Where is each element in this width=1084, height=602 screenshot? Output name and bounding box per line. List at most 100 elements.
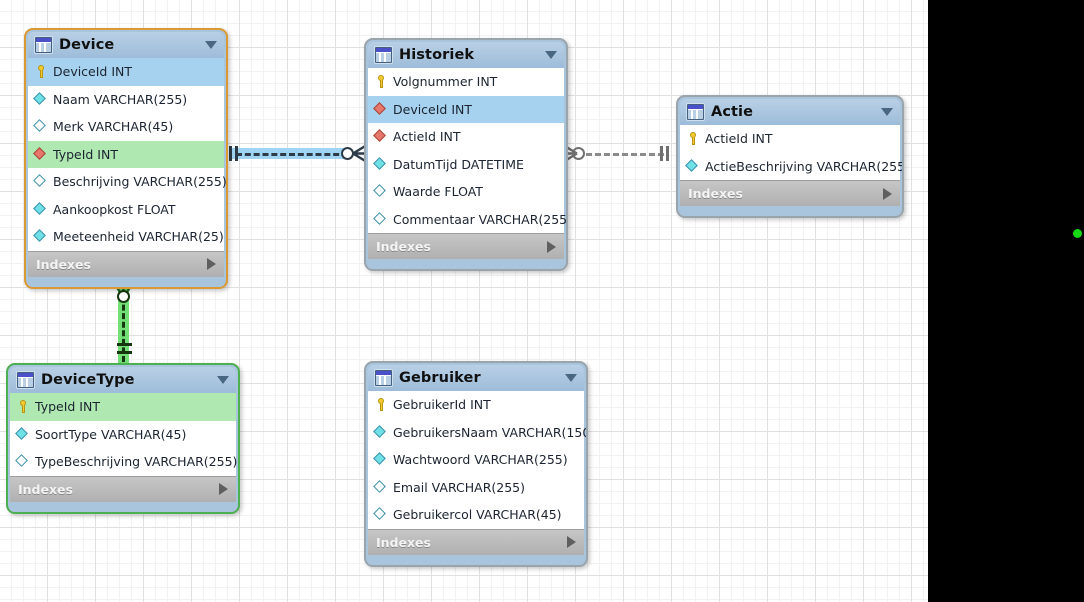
column-row[interactable]: Gebruikercol VARCHAR(45) (368, 501, 584, 529)
column-label: ActieId INT (705, 131, 773, 147)
table-footer (680, 206, 900, 216)
table-title: Historiek (399, 47, 475, 63)
diamond-fk-icon (373, 129, 387, 143)
column-row[interactable]: GebruikerId INT (368, 391, 584, 419)
column-label: Volgnummer INT (393, 74, 498, 90)
indexes-section-actie[interactable]: Indexes (680, 180, 900, 206)
diamond-hollow-icon (373, 479, 387, 494)
table-columns-gebruiker: GebruikerId INT GebruikersNaam VARCHAR(1… (368, 391, 586, 529)
table-header-actie[interactable]: Actie (680, 99, 900, 125)
chevron-down-icon[interactable] (545, 51, 557, 59)
indexes-section-device[interactable]: Indexes (28, 250, 224, 277)
column-row[interactable]: DeviceId INT (368, 95, 564, 123)
column-label: Naam VARCHAR(255) (53, 91, 188, 107)
chevron-right-icon[interactable] (567, 536, 576, 548)
column-row[interactable]: SoortType VARCHAR(45) (10, 421, 236, 449)
column-row[interactable]: ActieId INT (680, 125, 900, 153)
indexes-label: Indexes (36, 256, 91, 272)
column-row[interactable]: ActieId INT (368, 123, 564, 151)
table-node-actie[interactable]: Actie ActieId INT ActieBeschrijving VARC… (676, 95, 904, 218)
column-row[interactable]: Volgnummer INT (368, 68, 564, 96)
cursor-indicator-dot (1073, 229, 1082, 238)
diamond-fk-icon (33, 146, 47, 161)
cardinality-one-bar (117, 351, 132, 354)
table-header-historiek[interactable]: Historiek (368, 42, 564, 68)
cardinality-one-bar (117, 343, 132, 346)
diamond-filled-icon (373, 452, 387, 466)
column-row[interactable]: ActieBeschrijving VARCHAR(255) (680, 153, 902, 181)
chevron-right-icon[interactable] (883, 187, 892, 200)
table-header-device[interactable]: Device (28, 32, 224, 58)
column-row[interactable]: TypeBeschrijving VARCHAR(255) (10, 448, 238, 476)
indexes-section-devicetype[interactable]: Indexes (10, 475, 236, 502)
column-row[interactable]: Waarde FLOAT (368, 178, 564, 206)
chevron-down-icon[interactable] (217, 376, 229, 384)
chevron-right-icon[interactable] (547, 240, 556, 253)
column-label: TypeId INT (35, 399, 100, 415)
column-label: Gebruikercol VARCHAR(45) (393, 507, 562, 523)
diamond-filled-icon (15, 426, 29, 441)
table-columns-actie: ActieId INT ActieBeschrijving VARCHAR(25… (680, 125, 902, 181)
column-row[interactable]: Aankoopkost FLOAT (28, 196, 224, 224)
table-node-devicetype[interactable]: DeviceType TypeId INT SoortType VARCHAR(… (6, 363, 240, 514)
column-label: TypeId INT (53, 146, 118, 162)
table-title: DeviceType (41, 372, 135, 388)
chevron-down-icon[interactable] (565, 374, 577, 382)
column-label: DeviceId INT (53, 64, 133, 80)
column-row[interactable]: GebruikersNaam VARCHAR(150) (368, 419, 586, 447)
column-label: ActieId INT (393, 129, 461, 145)
column-label: Aankoopkost FLOAT (53, 201, 176, 217)
indexes-section-gebruiker[interactable]: Indexes (368, 528, 584, 555)
column-label: Commentaar VARCHAR(255) (393, 211, 568, 227)
column-label: TypeBeschrijving VARCHAR(255) (35, 454, 238, 470)
indexes-section-historiek[interactable]: Indexes (368, 233, 564, 259)
chevron-right-icon[interactable] (219, 483, 228, 495)
table-title: Gebruiker (399, 370, 481, 386)
chevron-down-icon[interactable] (881, 108, 893, 116)
table-columns-device: DeviceId INT Naam VARCHAR(255) Merk VARC… (28, 58, 226, 251)
table-node-gebruiker[interactable]: Gebruiker GebruikerId INT GebruikersNaam… (364, 361, 588, 567)
relationship-line (236, 153, 348, 156)
column-label: SoortType VARCHAR(45) (35, 426, 187, 442)
column-row[interactable]: DatumTijd DATETIME (368, 151, 564, 179)
diamond-fk-icon (373, 101, 387, 116)
chevron-right-icon[interactable] (207, 258, 216, 270)
table-node-historiek[interactable]: Historiek Volgnummer INT DeviceId INT Ac… (364, 38, 568, 271)
column-row[interactable]: Commentaar VARCHAR(255) (368, 206, 566, 234)
key-icon (34, 65, 47, 79)
table-footer (368, 259, 564, 269)
diamond-hollow-icon (15, 454, 29, 468)
diamond-hollow-icon (373, 507, 387, 521)
diagram-canvas[interactable]: Device DeviceId INT Naam VARCHAR(255) Me… (0, 0, 928, 602)
table-title: Actie (711, 104, 754, 120)
diamond-filled-icon (33, 201, 47, 216)
column-row[interactable]: Beschrijving VARCHAR(255) (28, 168, 226, 196)
cardinality-one-bar (235, 146, 238, 161)
column-row[interactable]: Wachtwoord VARCHAR(255) (368, 446, 584, 474)
chevron-down-icon[interactable] (205, 41, 217, 49)
table-icon (35, 37, 52, 53)
table-header-devicetype[interactable]: DeviceType (10, 367, 236, 393)
table-columns-historiek: Volgnummer INT DeviceId INT ActieId INT … (368, 68, 566, 234)
table-columns-devicetype: TypeId INT SoortType VARCHAR(45) TypeBes… (10, 393, 238, 476)
column-row[interactable]: TypeId INT (10, 393, 236, 421)
key-icon (374, 398, 387, 412)
column-row[interactable]: Meeteenheid VARCHAR(25) (28, 223, 224, 251)
table-footer (10, 501, 236, 512)
column-row[interactable]: DeviceId INT (28, 58, 224, 86)
column-label: DeviceId INT (393, 101, 473, 117)
table-node-device[interactable]: Device DeviceId INT Naam VARCHAR(255) Me… (24, 28, 228, 289)
table-footer (28, 276, 224, 287)
column-row[interactable]: Naam VARCHAR(255) (28, 86, 224, 114)
key-icon (686, 132, 699, 146)
table-header-gebruiker[interactable]: Gebruiker (368, 365, 584, 391)
column-label: DatumTijd DATETIME (393, 156, 524, 172)
column-label: Email VARCHAR(255) (393, 479, 525, 495)
cardinality-one-bar (229, 146, 232, 161)
column-row[interactable]: TypeId INT (28, 140, 224, 168)
diamond-filled-icon (33, 229, 47, 243)
relationship-line (586, 153, 664, 156)
column-label: ActieBeschrijving VARCHAR(255) (705, 158, 904, 174)
column-row[interactable]: Email VARCHAR(255) (368, 474, 584, 502)
column-row[interactable]: Merk VARCHAR(45) (28, 113, 224, 141)
